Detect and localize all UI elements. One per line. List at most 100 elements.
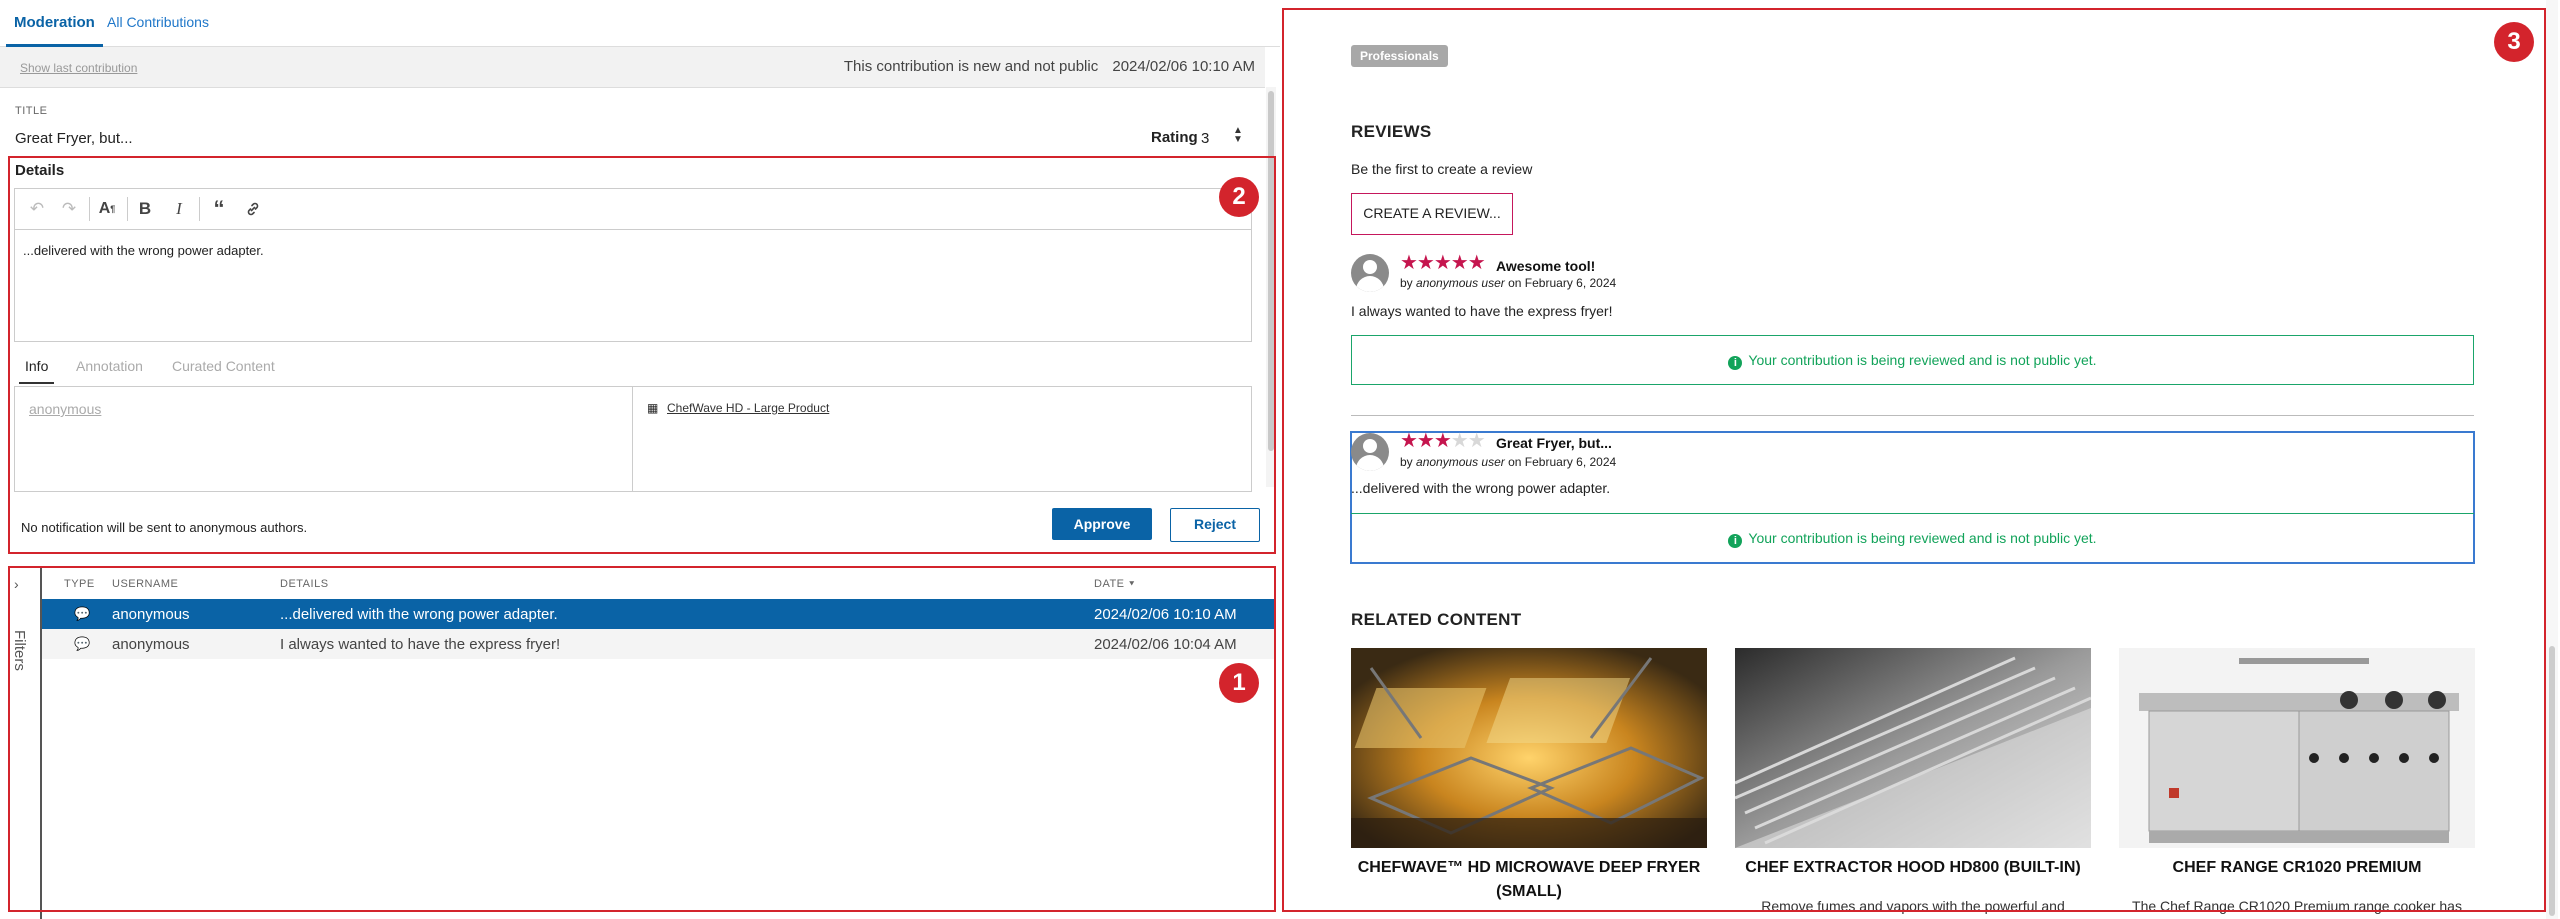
rating-stepper-icon[interactable]: ▲ ▼ <box>1233 126 1243 145</box>
filters-label[interactable]: Filters <box>11 630 28 671</box>
details-text[interactable]: ...delivered with the wrong power adapte… <box>23 243 264 258</box>
reject-button[interactable]: Reject <box>1170 508 1260 542</box>
annotation-badge-3: 3 <box>2494 22 2534 62</box>
show-last-contribution-link[interactable]: Show last contribution <box>20 61 137 75</box>
moderation-panel: Moderation All Contributions Show last c… <box>0 0 1280 919</box>
text-style-icon[interactable]: A ¶ <box>95 197 119 221</box>
review-by-prefix: by <box>1400 455 1413 469</box>
info-divider <box>632 387 633 491</box>
review-on-word: on <box>1508 455 1522 469</box>
status-text: This contribution is new and not public <box>843 58 1099 75</box>
related-title[interactable]: CHEF RANGE CR1020 PREMIUM <box>2119 856 2475 880</box>
chevron-right-icon[interactable]: › <box>14 576 19 592</box>
review-text: I always wanted to have the express frye… <box>1351 303 1613 319</box>
tab-curated-content[interactable]: Curated Content <box>172 358 275 374</box>
table-row[interactable]: 💬 anonymous ...delivered with the wrong … <box>42 599 1274 629</box>
review-type-icon: 💬 <box>74 606 91 621</box>
category-tag[interactable]: Professionals <box>1351 45 1448 67</box>
row-username: anonymous <box>112 636 190 653</box>
rating-value[interactable]: 3 <box>1201 130 1209 147</box>
review-byline: by anonymous user on February 6, 2024 <box>1400 455 1616 469</box>
avatar <box>1351 433 1389 471</box>
bold-icon[interactable]: B <box>133 197 157 221</box>
review-byline: by anonymous user on February 6, 2024 <box>1400 276 1616 290</box>
info-icon: i <box>1728 534 1743 548</box>
column-username[interactable]: USERNAME <box>112 578 178 590</box>
status-date: 2024/02/06 10:10 AM <box>1112 58 1255 75</box>
review-author: anonymous user <box>1416 455 1505 469</box>
annotation-badge-1: 1 <box>1219 663 1259 703</box>
create-review-button[interactable]: CREATE A REVIEW... <box>1351 193 1513 235</box>
notice-text: Your contribution is being reviewed and … <box>1748 530 2097 546</box>
approve-button[interactable]: Approve <box>1052 508 1152 540</box>
product-image-fryer[interactable] <box>1351 648 1707 848</box>
notice-text: Your contribution is being reviewed and … <box>1748 352 2097 368</box>
link-icon[interactable] <box>241 197 265 221</box>
tab-moderation[interactable]: Moderation <box>6 14 103 47</box>
filters-sidebar[interactable]: › Filters <box>0 568 42 919</box>
column-date[interactable]: DATE ⯆ <box>1094 578 1136 590</box>
review-date: February 6, 2024 <box>1524 276 1617 290</box>
review-type-icon: 💬 <box>74 636 91 651</box>
toolbar-divider <box>89 197 90 221</box>
blockquote-icon[interactable]: “ <box>207 196 231 221</box>
preview-panel: Professionals REVIEWS Be the first to cr… <box>1282 0 2560 919</box>
star-rating: ★★★★★ <box>1400 252 1486 274</box>
related-title[interactable]: CHEFWAVE™ HD MICROWAVE DEEP FRYER (SMALL… <box>1351 856 1707 904</box>
editor-toolbar: ↶ ↷ A ¶ B I “ <box>15 189 1251 230</box>
first-review-prompt: Be the first to create a review <box>1351 161 1533 177</box>
review-divider <box>1351 415 2474 416</box>
product-link[interactable]: ChefWave HD - Large Product <box>667 401 829 415</box>
row-date: 2024/02/06 10:04 AM <box>1094 636 1237 653</box>
reviews-heading: REVIEWS <box>1351 122 1432 141</box>
review-title: Great Fryer, but... <box>1496 435 1612 451</box>
review-pending-notice: i Your contribution is being reviewed and… <box>1351 513 2474 563</box>
scrollbar-thumb[interactable] <box>2549 646 2555 916</box>
related-description: Remove fumes and vapors with the powerfu… <box>1761 898 2065 914</box>
column-type[interactable]: TYPE <box>64 578 95 590</box>
related-content-heading: RELATED CONTENT <box>1351 610 1522 629</box>
product-icon: ▦ <box>647 401 659 415</box>
status-message: This contribution is new and not public … <box>844 58 1255 75</box>
tab-all-contributions[interactable]: All Contributions <box>107 14 209 30</box>
sort-desc-icon[interactable]: ⯆ <box>1128 579 1136 589</box>
review-by-prefix: by <box>1400 276 1413 290</box>
product-image-range[interactable] <box>2119 648 2475 848</box>
review-text: ...delivered with the wrong power adapte… <box>1351 480 1611 496</box>
row-date: 2024/02/06 10:10 AM <box>1094 606 1237 623</box>
undo-icon[interactable]: ↶ <box>25 197 49 221</box>
author-link[interactable]: anonymous <box>29 401 101 417</box>
row-details: ...delivered with the wrong power adapte… <box>280 606 558 623</box>
details-editor: ↶ ↷ A ¶ B I “ ...delivered with the wrong… <box>14 188 1252 342</box>
avatar <box>1351 254 1389 292</box>
tab-info[interactable]: Info <box>18 358 55 384</box>
review-on-word: on <box>1508 276 1522 290</box>
title-input[interactable]: Great Fryer, but... <box>15 130 133 147</box>
form-scrollbar[interactable] <box>1266 87 1276 487</box>
related-description: The Chef Range CR1020 Premium range cook… <box>2132 898 2462 914</box>
table-row[interactable]: 💬 anonymous I always wanted to have the … <box>42 629 1274 659</box>
review-author: anonymous user <box>1416 276 1505 290</box>
annotation-badge-2: 2 <box>1219 177 1259 217</box>
contribution-status-bar: Show last contribution This contribution… <box>0 47 1265 88</box>
preview-scrollbar[interactable] <box>2546 0 2558 919</box>
review-date: February 6, 2024 <box>1524 455 1617 469</box>
tab-annotation[interactable]: Annotation <box>76 358 143 374</box>
toolbar-divider <box>199 197 200 221</box>
column-details[interactable]: DETAILS <box>280 578 329 590</box>
row-username: anonymous <box>112 606 190 623</box>
row-details: I always wanted to have the express frye… <box>280 636 561 653</box>
review-title: Awesome tool! <box>1496 258 1596 274</box>
scrollbar-thumb[interactable] <box>1268 91 1274 451</box>
rating-label: Rating <box>1151 129 1198 146</box>
toolbar-divider <box>127 197 128 221</box>
related-title[interactable]: CHEF EXTRACTOR HOOD HD800 (BUILT-IN) <box>1735 856 2091 880</box>
table-header: TYPE USERNAME DETAILS DATE ⯆ <box>42 568 1274 603</box>
notification-note: No notification will be sent to anonymou… <box>21 520 308 535</box>
title-label: TITLE <box>15 105 48 117</box>
redo-icon[interactable]: ↷ <box>57 197 81 221</box>
italic-icon[interactable]: I <box>167 197 191 221</box>
column-date-label: DATE <box>1094 578 1125 590</box>
product-image-hood[interactable] <box>1735 648 2091 848</box>
details-label: Details <box>15 162 65 179</box>
